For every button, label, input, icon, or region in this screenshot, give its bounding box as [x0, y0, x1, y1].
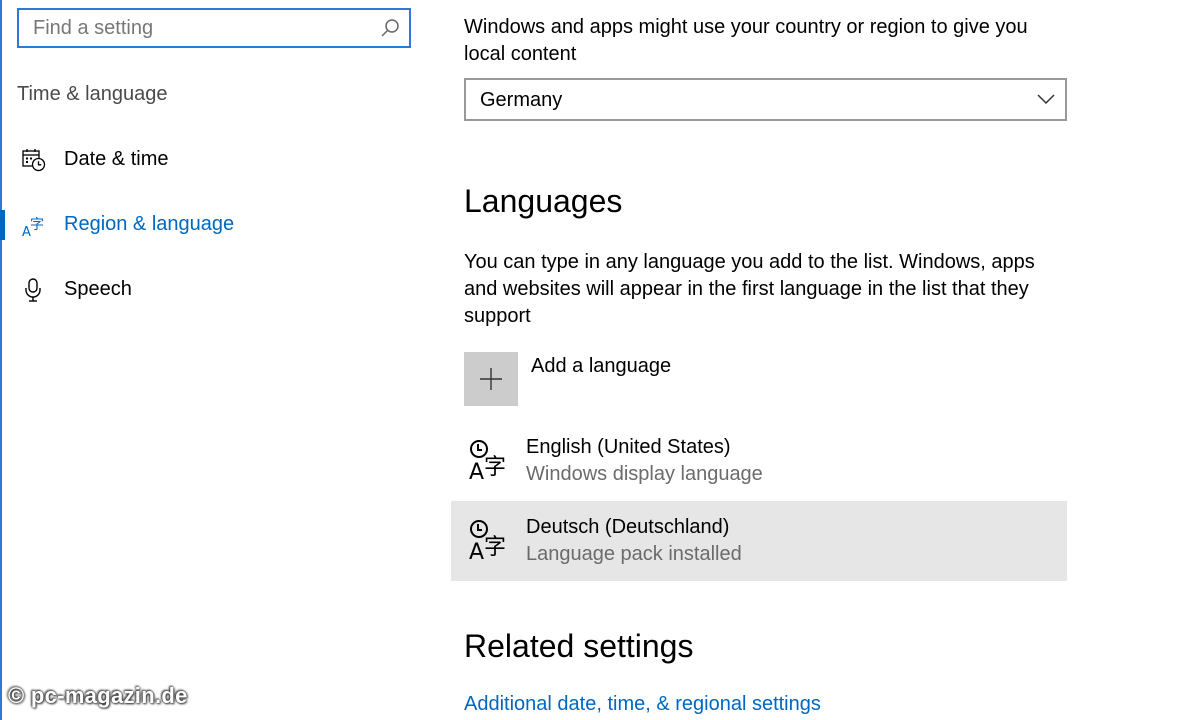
- sidebar-item-region-language[interactable]: A 字 Region & language: [0, 200, 440, 250]
- region-description: Windows and apps might use your country …: [464, 16, 1028, 65]
- microphone-icon: [21, 277, 47, 303]
- main-content: Windows and apps might use your country …: [440, 0, 1200, 720]
- sidebar-section-title: Time & language: [17, 83, 168, 105]
- languages-description: You can type in any language you add to …: [464, 251, 1035, 327]
- language-item-english[interactable]: A 字 English (United States) Windows disp…: [451, 421, 1067, 501]
- language-pack-icon: A 字: [467, 517, 513, 565]
- svg-text:A: A: [469, 540, 484, 563]
- svg-text:字: 字: [30, 217, 44, 233]
- language-status: Windows display language: [526, 463, 763, 485]
- languages-heading: Languages: [464, 183, 623, 219]
- sidebar-item-speech[interactable]: Speech: [0, 265, 440, 315]
- watermark: © pc-magazin.de: [8, 683, 188, 708]
- search-icon[interactable]: [379, 17, 401, 39]
- svg-text:A: A: [469, 460, 484, 483]
- svg-text:字: 字: [484, 455, 506, 480]
- sidebar-item-date-time[interactable]: Date & time: [0, 135, 440, 185]
- language-icon: A 字: [21, 212, 47, 240]
- language-status: Language pack installed: [526, 543, 742, 565]
- sidebar-item-label: Speech: [64, 278, 132, 300]
- sidebar-item-label: Date & time: [64, 148, 169, 170]
- calendar-clock-icon: [21, 147, 47, 173]
- add-language-button[interactable]: Add a language: [464, 352, 824, 408]
- search-box[interactable]: [17, 8, 411, 48]
- sidebar: Time & language Date & time A 字: [0, 0, 440, 720]
- language-pack-icon: A 字: [467, 437, 513, 485]
- search-input[interactable]: [33, 10, 373, 46]
- add-language-label: Add a language: [531, 355, 672, 377]
- language-name: English (United States): [526, 436, 731, 458]
- svg-text:字: 字: [484, 535, 506, 560]
- related-settings-heading: Related settings: [464, 628, 694, 664]
- language-name: Deutsch (Deutschland): [526, 516, 730, 538]
- additional-regional-settings-link[interactable]: Additional date, time, & regional settin…: [464, 693, 821, 716]
- country-value: Germany: [480, 89, 563, 111]
- sidebar-item-label: Region & language: [64, 213, 235, 235]
- language-item-deutsch[interactable]: A 字 Deutsch (Deutschland) Language pack …: [451, 501, 1067, 581]
- plus-icon[interactable]: [464, 352, 518, 406]
- country-region-dropdown[interactable]: Germany: [464, 78, 1067, 121]
- selection-indicator: [0, 210, 5, 240]
- chevron-down-icon: [1037, 92, 1055, 106]
